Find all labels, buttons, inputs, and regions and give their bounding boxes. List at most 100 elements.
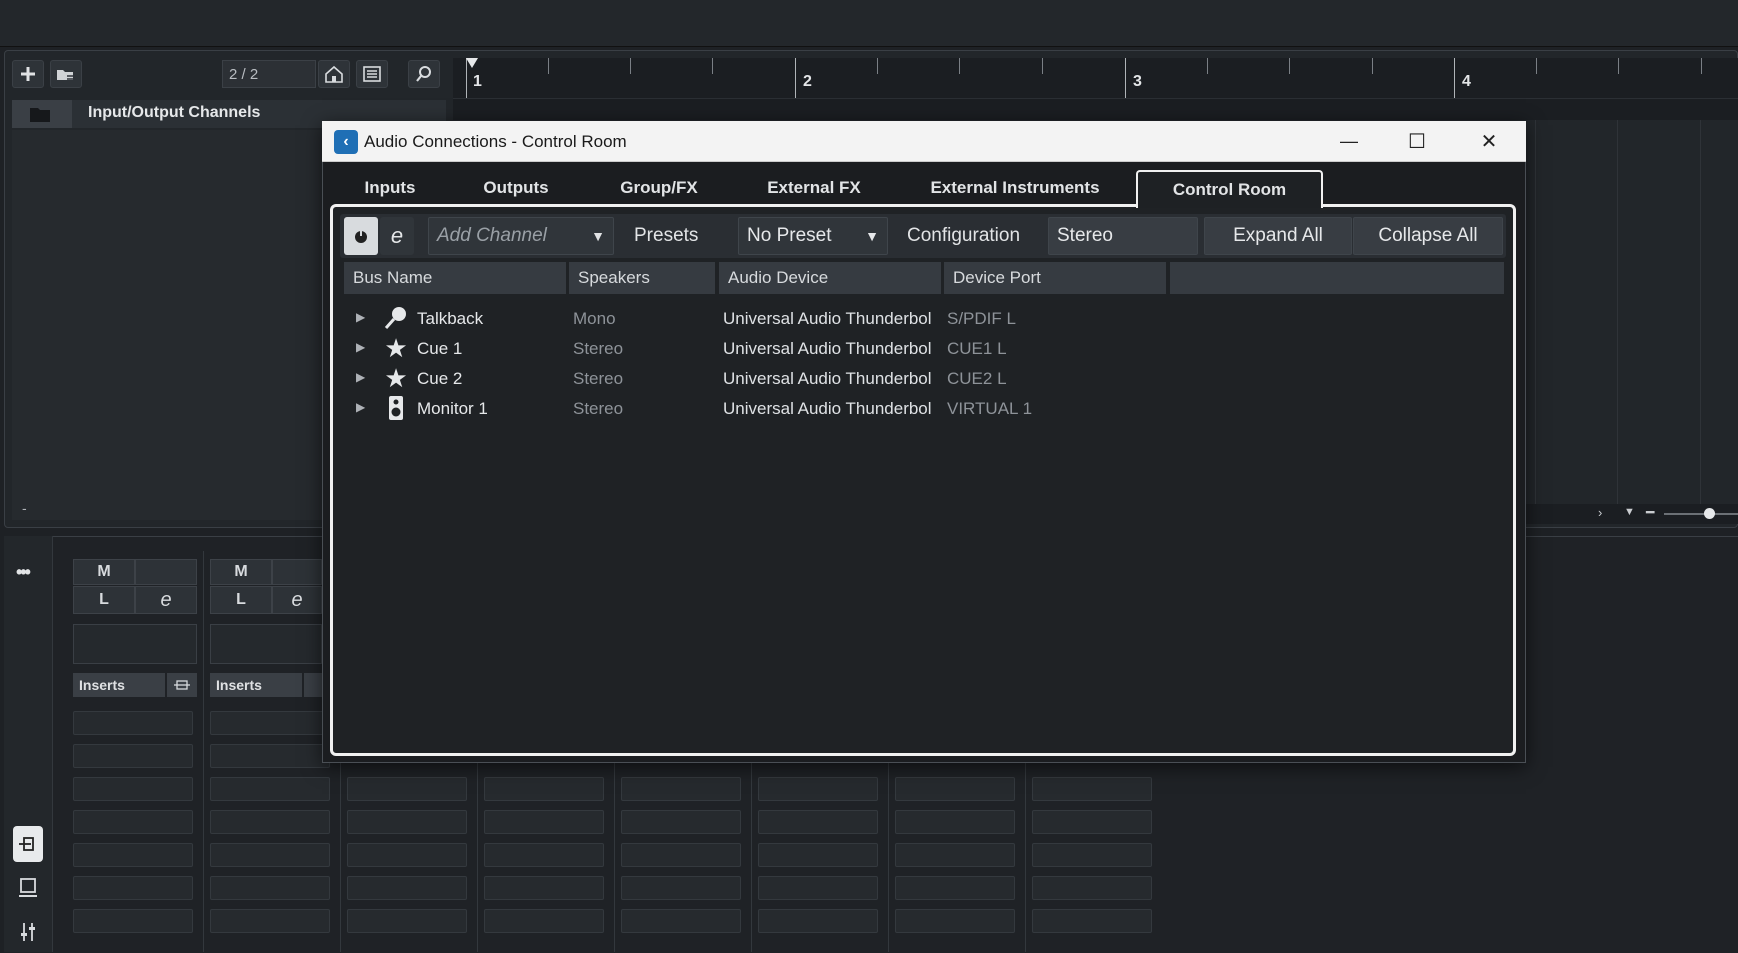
insert-slot[interactable]	[73, 777, 193, 801]
insert-slot[interactable]	[758, 909, 878, 933]
playhead-marker-icon[interactable]	[465, 58, 479, 72]
list-view-button[interactable]	[356, 60, 388, 88]
insert-slot[interactable]	[758, 777, 878, 801]
edit-icon[interactable]: e	[380, 217, 414, 255]
bus-device-port[interactable]: S/PDIF L	[947, 309, 1016, 329]
solo-button[interactable]	[272, 559, 322, 585]
timeline-ruler[interactable]: 1 2 3 4	[453, 58, 1738, 98]
add-track-button[interactable]	[12, 60, 44, 88]
insert-slot[interactable]	[484, 909, 604, 933]
inserts-label[interactable]: Inserts	[210, 673, 302, 697]
mixer-window-button[interactable]	[13, 870, 43, 906]
insert-slot[interactable]	[1032, 909, 1152, 933]
insert-slot[interactable]	[73, 843, 193, 867]
insert-slot[interactable]	[210, 909, 330, 933]
insert-slot[interactable]	[484, 810, 604, 834]
insert-slot[interactable]	[210, 876, 330, 900]
expand-arrow-icon[interactable]: ▶	[356, 340, 365, 354]
listen-button[interactable]: L	[210, 586, 272, 614]
insert-slot[interactable]	[621, 810, 741, 834]
activate-button[interactable]	[344, 217, 378, 255]
bus-device-port[interactable]: CUE1 L	[947, 339, 1007, 359]
insert-slot[interactable]	[73, 876, 193, 900]
insert-slot[interactable]	[758, 810, 878, 834]
insert-slot[interactable]	[895, 810, 1015, 834]
tab-control-room[interactable]: Control Room	[1136, 170, 1323, 208]
insert-slot[interactable]	[347, 777, 467, 801]
mixer-routing-button[interactable]	[13, 826, 43, 862]
insert-slot[interactable]	[895, 876, 1015, 900]
insert-slot[interactable]	[621, 876, 741, 900]
insert-slot[interactable]	[1032, 810, 1152, 834]
channel-name-field[interactable]	[73, 624, 197, 664]
bus-name[interactable]: Monitor 1	[417, 399, 488, 419]
tab-group-fx[interactable]: Group/FX	[604, 171, 714, 205]
insert-slot[interactable]	[347, 876, 467, 900]
solo-button[interactable]	[135, 559, 197, 585]
tab-external-fx[interactable]: External FX	[754, 171, 874, 205]
maximize-icon[interactable]: ☐	[1402, 128, 1432, 154]
inserts-bypass-icon[interactable]	[167, 673, 197, 697]
channel-name-field[interactable]	[210, 624, 322, 664]
insert-slot[interactable]	[210, 711, 330, 735]
insert-slot[interactable]	[621, 843, 741, 867]
insert-slot[interactable]	[621, 909, 741, 933]
insert-slot[interactable]	[895, 909, 1015, 933]
bus-name[interactable]: Talkback	[417, 309, 483, 329]
track-presets-button[interactable]	[50, 60, 82, 88]
bus-audio-device[interactable]: Universal Audio Thunderbol	[723, 339, 942, 359]
insert-slot[interactable]	[347, 810, 467, 834]
dropdown-arrow-icon[interactable]: ▼	[1624, 506, 1635, 518]
column-audio-device[interactable]: Audio Device	[719, 262, 941, 294]
expand-arrow-icon[interactable]: ▶	[356, 370, 365, 384]
bus-name[interactable]: Cue 1	[417, 339, 462, 359]
search-button[interactable]	[408, 60, 440, 88]
insert-slot[interactable]	[347, 909, 467, 933]
minimize-icon[interactable]: —	[1334, 128, 1364, 154]
insert-slot[interactable]	[895, 777, 1015, 801]
bus-audio-device[interactable]: Universal Audio Thunderbol	[723, 369, 942, 389]
insert-slot[interactable]	[484, 777, 604, 801]
insert-slot[interactable]	[210, 777, 330, 801]
column-extra[interactable]	[1170, 262, 1504, 294]
mixer-menu-button[interactable]: •••	[16, 562, 31, 583]
tab-outputs[interactable]: Outputs	[470, 171, 562, 205]
insert-slot[interactable]	[73, 744, 193, 768]
insert-slot[interactable]	[210, 843, 330, 867]
close-icon[interactable]: ✕	[1474, 128, 1504, 154]
expand-all-button[interactable]: Expand All	[1204, 217, 1352, 255]
scroll-right-icon[interactable]: ›	[1598, 505, 1602, 520]
configuration-field[interactable]: Stereo	[1048, 217, 1198, 255]
tab-inputs[interactable]: Inputs	[344, 171, 436, 205]
insert-slot[interactable]	[1032, 843, 1152, 867]
bus-name[interactable]: Cue 2	[417, 369, 462, 389]
expand-arrow-icon[interactable]: ▶	[356, 310, 365, 324]
insert-slot[interactable]	[73, 909, 193, 933]
edit-channel-button[interactable]: e	[135, 586, 197, 614]
preset-dropdown[interactable]: No Preset ▼	[738, 217, 888, 255]
insert-slot[interactable]	[73, 711, 193, 735]
inserts-bypass-icon[interactable]	[304, 673, 322, 697]
insert-slot[interactable]	[1032, 777, 1152, 801]
insert-slot[interactable]	[758, 876, 878, 900]
zoom-out-icon[interactable]: ━	[1646, 504, 1654, 521]
zoom-slider[interactable]	[1664, 513, 1738, 515]
bus-audio-device[interactable]: Universal Audio Thunderbol	[723, 399, 942, 419]
insert-slot[interactable]	[484, 843, 604, 867]
insert-slot[interactable]	[621, 777, 741, 801]
insert-slot[interactable]	[210, 810, 330, 834]
column-device-port[interactable]: Device Port	[944, 262, 1166, 294]
mixer-faders-button[interactable]	[13, 914, 43, 950]
insert-slot[interactable]	[758, 843, 878, 867]
insert-slot[interactable]	[484, 876, 604, 900]
collapse-all-button[interactable]: Collapse All	[1353, 217, 1503, 255]
listen-button[interactable]: L	[73, 586, 135, 614]
bus-device-port[interactable]: CUE2 L	[947, 369, 1007, 389]
insert-slot[interactable]	[210, 744, 330, 768]
home-button[interactable]	[318, 60, 350, 88]
insert-slot[interactable]	[73, 810, 193, 834]
bus-audio-device[interactable]: Universal Audio Thunderbol	[723, 309, 942, 329]
column-bus-name[interactable]: Bus Name	[344, 262, 566, 294]
insert-slot[interactable]	[1032, 876, 1152, 900]
column-speakers[interactable]: Speakers	[569, 262, 715, 294]
